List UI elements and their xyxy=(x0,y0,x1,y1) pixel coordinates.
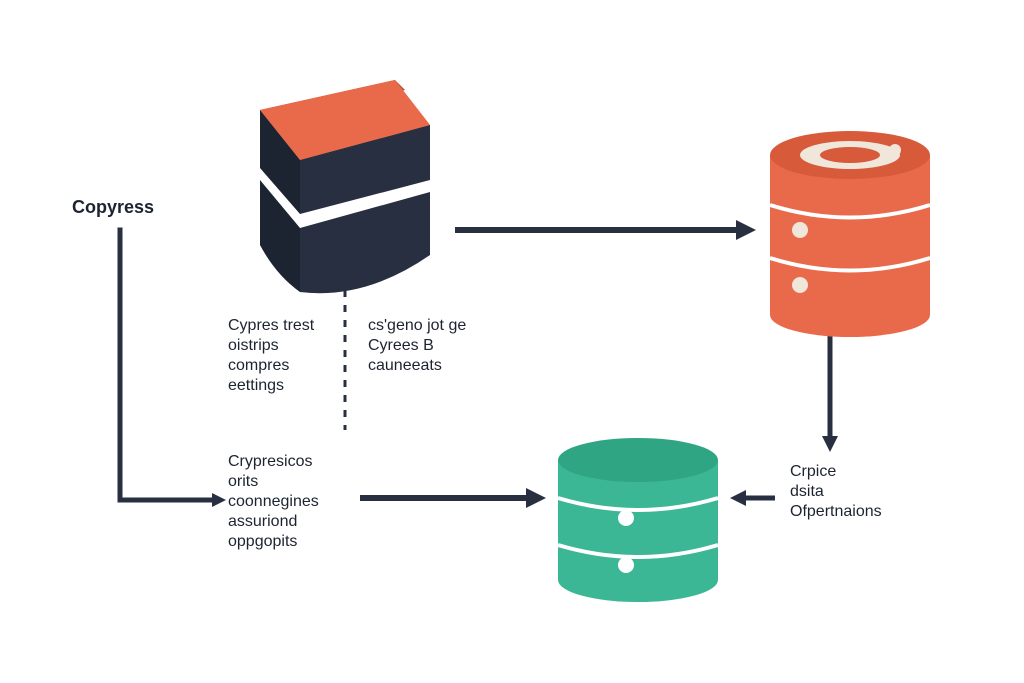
diagram-canvas xyxy=(0,0,1024,683)
cube-icon xyxy=(260,80,430,293)
label-assuriond: Crypresicos orits coonnegines assuriond … xyxy=(228,452,319,552)
arrow-cube-to-orange-db xyxy=(455,220,756,240)
arrow-operations-to-green-db xyxy=(730,490,775,506)
green-db-icon xyxy=(558,438,718,602)
orange-db-icon xyxy=(770,131,930,337)
connector-copyress-to-cube xyxy=(120,230,226,507)
label-block-right: cs'geno jot ge Cyrees B cauneeats xyxy=(368,316,466,376)
label-block-left: Cypres trest oistrips compres eettings xyxy=(228,316,314,396)
arrow-assuriond-to-green-db xyxy=(360,488,546,508)
label-copyress: Copyress xyxy=(72,196,154,219)
label-opertations: Crpice dsita Ofpertnaions xyxy=(790,462,882,522)
arrow-orange-db-down xyxy=(822,330,838,452)
